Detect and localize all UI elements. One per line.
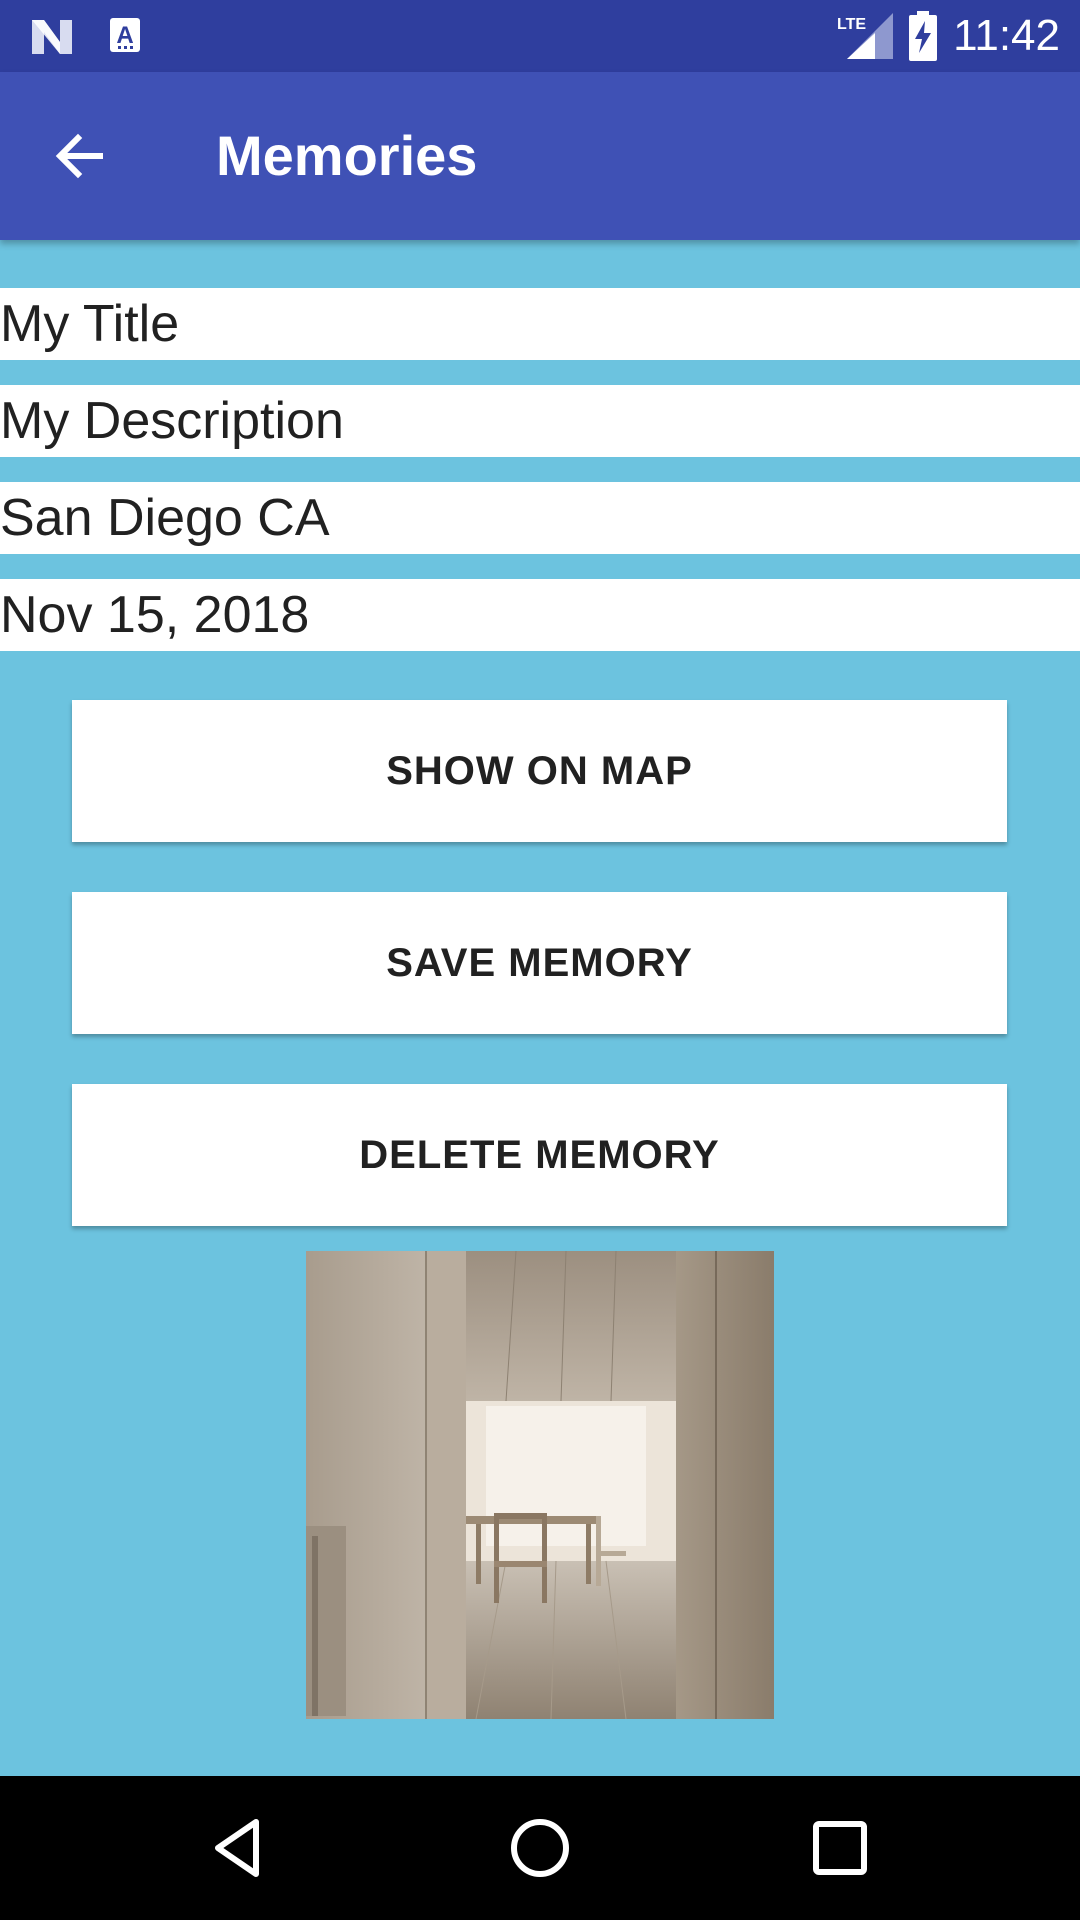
status-right-group: LTE 11:42 <box>835 0 1060 72</box>
description-field[interactable] <box>0 385 1080 457</box>
title-field[interactable] <box>0 288 1080 360</box>
delete-memory-button[interactable]: DELETE MEMORY <box>72 1084 1007 1226</box>
accessibility-a-icon: A <box>110 18 140 52</box>
status-bar: A LTE 11:42 <box>0 0 1080 72</box>
system-nav-bar <box>0 1776 1080 1920</box>
arrow-back-icon[interactable] <box>48 124 112 188</box>
status-time: 11:42 <box>953 11 1060 60</box>
location-field[interactable] <box>0 482 1080 554</box>
svg-text:A: A <box>116 22 133 49</box>
date-field[interactable] <box>0 579 1080 651</box>
lte-signal-icon: LTE <box>837 13 894 59</box>
notification-n-icon <box>32 20 72 54</box>
lte-label: LTE <box>837 16 866 33</box>
page-title: Memories <box>216 124 478 187</box>
save-memory-button[interactable]: SAVE MEMORY <box>72 892 1007 1034</box>
show-on-map-button[interactable]: SHOW ON MAP <box>72 700 1007 842</box>
nav-home-icon[interactable] <box>504 1812 576 1884</box>
app-toolbar: Memories <box>0 72 1080 240</box>
nav-back-icon[interactable] <box>204 1812 276 1884</box>
memory-photo[interactable] <box>306 1251 774 1719</box>
battery-charging-icon <box>909 11 938 61</box>
room-interior-photo <box>306 1251 774 1719</box>
nav-recents-icon[interactable] <box>804 1812 876 1884</box>
